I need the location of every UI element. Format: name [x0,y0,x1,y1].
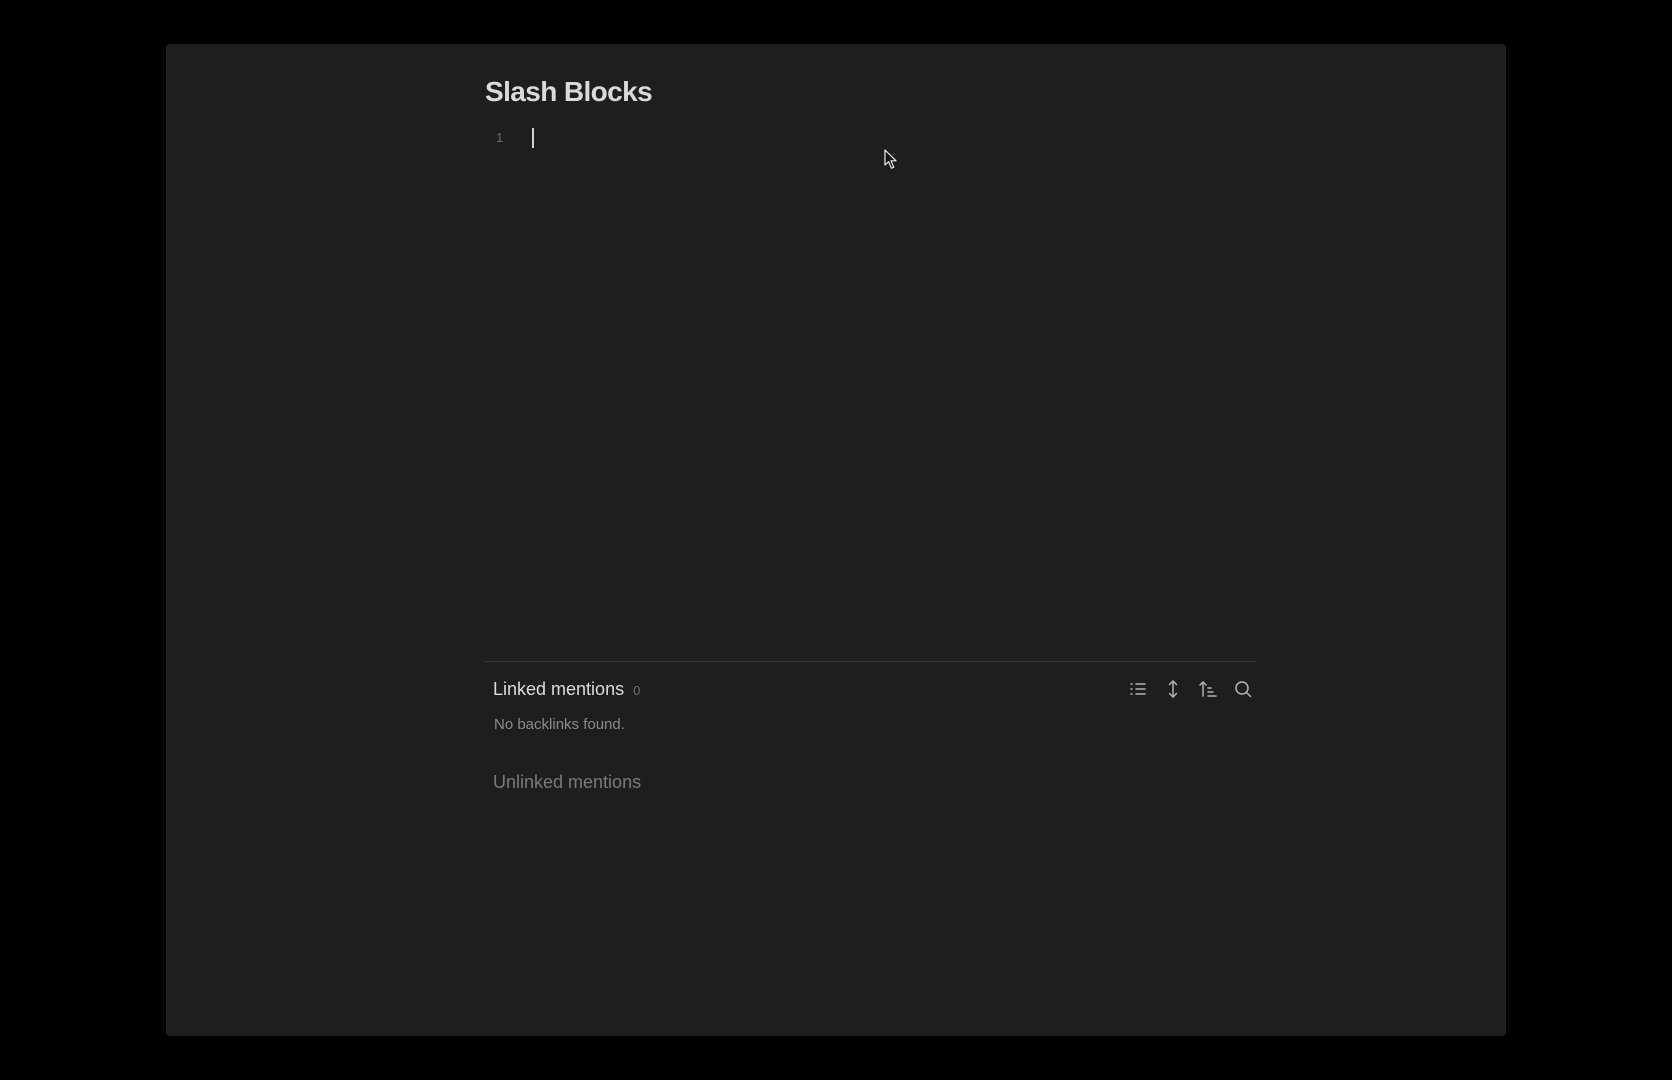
list-icon [1130,683,1146,695]
note-title[interactable]: Slash Blocks [485,76,653,108]
editor-line: 1 [484,126,1256,150]
app-window: Slash Blocks 1 Linked mentions 0 No back… [166,44,1506,1036]
search-icon [1235,681,1252,698]
linked-mentions-title: Linked mentions [493,679,625,699]
sort-icon [1199,681,1217,697]
backlinks-divider [484,661,1256,662]
unlinked-mentions-header[interactable]: Unlinked mentions [493,772,641,793]
mouse-pointer-icon [884,149,897,169]
linked-mentions-count: 0 [633,683,641,698]
no-backlinks-message: No backlinks found. [494,716,625,733]
text-caret [532,128,534,148]
show-more-context-button[interactable] [1160,676,1186,702]
show-search-filter-button[interactable] [1230,676,1256,702]
linked-mentions-header[interactable]: Linked mentions 0 [493,679,640,700]
collapse-results-button[interactable] [1125,676,1151,702]
vertical-arrows-icon [1168,680,1178,698]
line-number: 1 [496,130,504,145]
note-view: Slash Blocks 1 Linked mentions 0 No back… [484,44,1256,1036]
change-sort-order-button[interactable] [1195,676,1221,702]
backlinks-toolbar [1125,676,1256,702]
editor-text-area[interactable] [530,126,1230,150]
